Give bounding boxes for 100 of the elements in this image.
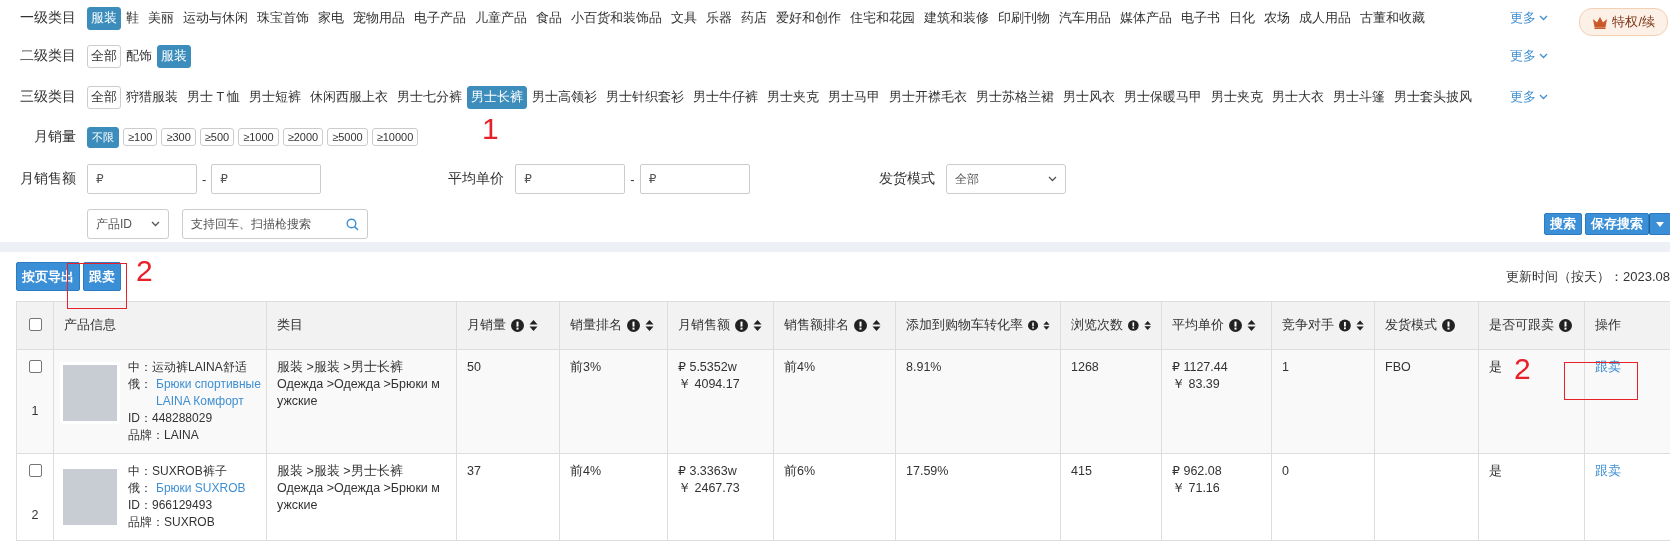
chevron-down-icon [1047,176,1057,182]
sort-icon[interactable] [529,319,538,332]
sales-option[interactable]: ≥100 [123,128,158,146]
category-tag[interactable]: 珠宝首饰 [253,6,313,30]
category-tag[interactable]: 食品 [532,6,566,30]
sort-icon[interactable] [1355,319,1364,332]
category-tag[interactable]: 男士夹克 [1207,85,1268,109]
category-tag[interactable]: 男士大衣 [1268,85,1329,109]
category-tag[interactable]: 服装 [87,6,121,30]
save-options-button[interactable] [1649,213,1670,235]
product-link[interactable]: Брюки SUXROB [156,480,246,497]
max-input[interactable]: ₽ [639,164,750,194]
category-tag[interactable]: 成人用品 [1295,6,1355,30]
category-tag[interactable]: 宠物用品 [349,6,409,30]
category-tag[interactable]: 日化 [1225,6,1259,30]
category-tag[interactable]: 农场 [1260,6,1294,30]
category-tag[interactable]: 全部 [87,85,121,109]
category-tag[interactable]: 美丽 [144,6,178,30]
category-tag[interactable]: 电子产品 [410,6,470,30]
caret-icon [151,221,160,227]
row-number: 2 [31,507,39,524]
category-tag[interactable]: 男士短裤 [245,85,306,109]
sort-icon[interactable] [1247,319,1256,332]
category-tag[interactable]: 男士苏格兰裙 [972,85,1059,109]
sales-option[interactable]: ≥300 [161,128,196,146]
sales-option[interactable]: ≥5000 [327,128,368,146]
table-cell: 前3% [570,360,602,374]
category-tag[interactable]: 男士马甲 [824,85,885,109]
category-tag[interactable]: 休闲西服上衣 [306,85,393,109]
sales-option[interactable]: 不限 [87,126,119,148]
search-field[interactable]: 支持回车、扫描枪搜索 [182,209,368,239]
category-tag[interactable]: 印刷刊物 [994,6,1054,30]
category-tag[interactable]: 男士 T 恤 [183,85,245,109]
category-tag[interactable]: 男士套头披风 [1390,85,1477,109]
max-input[interactable]: ₽ [211,164,322,194]
sort-icon[interactable] [1143,319,1151,332]
category-tag[interactable]: 住宅和花园 [846,6,919,30]
sort-icon[interactable] [1043,319,1050,332]
sort-icon[interactable] [753,319,762,332]
category-tag[interactable]: 古董和收藏 [1356,6,1429,30]
sales-option[interactable]: ≥1000 [238,128,279,146]
table-cell: 前6% [784,464,816,478]
follow-sell-link[interactable]: 跟卖 [1595,464,1621,478]
search-type-select[interactable]: 产品ID [87,209,169,239]
category-tag[interactable]: 男士针织套衫 [602,85,689,109]
sort-icon[interactable] [645,319,654,332]
more-link[interactable]: 更多 [1510,9,1548,27]
category-tag[interactable]: 乐器 [702,6,736,30]
column-header: 添加到购物车转化率 [906,317,1023,334]
category-tag[interactable]: 电子书 [1177,6,1224,30]
sort-icon[interactable] [872,319,881,332]
category-tag[interactable]: 狩猎服装 [122,85,182,109]
shipping-select[interactable]: 全部 [945,164,1066,194]
category-tag[interactable]: 运动与休闲 [179,6,252,30]
select-all-checkbox[interactable] [28,317,42,331]
product-id: ID：966129493 [128,497,214,514]
row-checkbox[interactable] [28,464,42,477]
annotation-number: 2 [136,254,153,288]
column-header: 发货模式 [1385,317,1437,334]
sales-option[interactable]: ≥2000 [282,128,324,146]
table-cell: 17.59% [906,464,949,478]
category-tag[interactable]: 男士开襟毛衣 [885,85,972,109]
more-link[interactable]: 更多 [1510,47,1548,65]
category-tag[interactable]: 男士长裤 [467,85,528,109]
category-tag[interactable]: 建筑和装修 [920,6,993,30]
category-tag[interactable]: 小百货和装饰品 [567,6,666,30]
category-tag[interactable]: 男士高领衫 [528,85,602,109]
category-tag[interactable]: 汽车用品 [1055,6,1115,30]
sales-option[interactable]: ≥500 [199,128,235,146]
annotation-number: 2 [1514,352,1531,386]
category-tag[interactable]: 爱好和创作 [772,6,845,30]
category-tag[interactable]: 服装 [157,44,191,68]
category-tag[interactable]: 男士保暖马甲 [1120,85,1207,109]
category-tag[interactable]: 全部 [87,44,121,68]
category-tag[interactable]: 儿童产品 [471,6,531,30]
photo-placeholder [60,362,120,424]
category-tag[interactable]: 文具 [667,6,701,30]
category-tag[interactable]: 男士斗篷 [1329,85,1390,109]
category-tag[interactable]: 鞋 [122,6,143,30]
column-header: 是否可跟卖 [1489,317,1554,334]
more-link[interactable]: 更多 [1510,88,1548,106]
category-tag[interactable]: 家电 [314,6,348,30]
category-tag[interactable]: 媒体产品 [1116,6,1176,30]
min-input[interactable]: ₽ [515,164,626,194]
category-path: Одежда >Одежда >Брюки мужские [277,376,441,410]
category-tag[interactable]: 男士七分裤 [393,85,467,109]
sales-option[interactable]: ≥10000 [371,128,419,146]
row-checkbox[interactable] [28,360,42,373]
column-header: 产品信息 [64,317,116,334]
category-path: Одежда >Одежда >Брюки мужские [277,480,441,514]
column-header: 销售额排名 [784,317,849,334]
table-cell: 前4% [570,464,602,478]
category-tag[interactable]: 男士夹克 [763,85,824,109]
category-tag[interactable]: 男士牛仔裤 [689,85,763,109]
privilege-button[interactable]: 特权/续 [1579,8,1668,36]
category-tag[interactable]: 配饰 [122,44,156,68]
category-tag[interactable]: 药店 [737,6,771,30]
min-input[interactable]: ₽ [87,164,197,194]
category-tag[interactable]: 男士风衣 [1059,85,1120,109]
caret-icon [1656,221,1664,227]
